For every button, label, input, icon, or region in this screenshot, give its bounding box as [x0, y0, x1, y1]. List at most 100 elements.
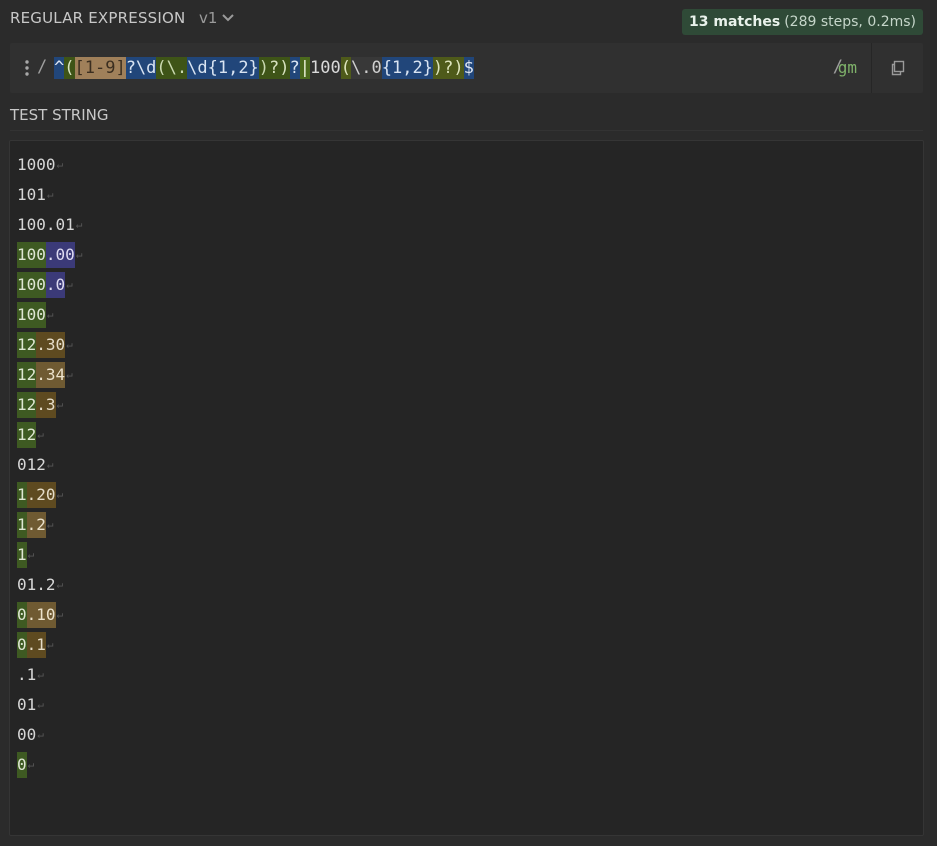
test-line: 1.2 ↵	[17, 510, 82, 540]
regex-token: [1-9]	[74, 57, 126, 79]
vertical-dots-icon[interactable]	[24, 59, 30, 77]
test-line: 0.10 ↵	[17, 600, 82, 630]
version-selector[interactable]: v1	[199, 9, 235, 27]
line-text: 00	[17, 725, 37, 744]
test-line: 0.1 ↵	[17, 630, 82, 660]
test-line: 1000 ↵	[17, 150, 82, 180]
newline-icon: ↵	[46, 188, 54, 201]
test-line: .1 ↵	[17, 660, 82, 690]
match-highlight: .0	[45, 272, 66, 298]
line-text: 1000	[17, 155, 56, 174]
regex-flags[interactable]: gm	[838, 58, 857, 77]
regex-token: ?\d	[125, 57, 157, 79]
match-count: 13 matches	[689, 14, 781, 30]
newline-icon: ↵	[56, 608, 64, 621]
regex-token: ?	[289, 57, 300, 79]
match-highlight: 0	[17, 632, 27, 658]
newline-icon: ↵	[46, 518, 54, 531]
newline-icon: ↵	[75, 248, 83, 261]
regex-token: |	[299, 57, 311, 79]
newline-icon: ↵	[75, 218, 83, 231]
regex-bar: / ^([1-9]?\d(\.\d{1,2})?)?|100(\.0{1,2})…	[10, 43, 923, 93]
section-divider	[10, 130, 923, 131]
regex-token: (	[156, 57, 167, 79]
newline-icon: ↵	[46, 638, 54, 651]
test-line: 101 ↵	[17, 180, 82, 210]
newline-icon: ↵	[56, 578, 64, 591]
regex-token: $	[463, 57, 474, 79]
line-text: .1	[17, 665, 37, 684]
match-highlight: 1	[17, 542, 27, 568]
match-highlight: 100	[17, 272, 46, 298]
test-line: 1.20 ↵	[17, 480, 82, 510]
test-line: 00 ↵	[17, 720, 82, 750]
copy-icon[interactable]	[890, 60, 906, 76]
match-highlight: 100	[17, 302, 46, 328]
match-stats: (289 steps, 0.2ms)	[784, 14, 916, 30]
regex-token: (	[64, 57, 75, 79]
regex-token: ^	[54, 57, 65, 79]
newline-icon: ↵	[27, 548, 35, 561]
newline-icon: ↵	[56, 488, 64, 501]
regex-input[interactable]: ^([1-9]?\d(\.\d{1,2})?)?|100(\.0{1,2})?)…	[54, 57, 474, 79]
test-line: 12.3 ↵	[17, 390, 82, 420]
match-highlight: 1	[17, 482, 27, 508]
newline-icon: ↵	[56, 158, 64, 171]
match-highlight: 0	[17, 602, 27, 628]
regex-token: 100	[310, 58, 341, 78]
regex-token: \.	[166, 57, 188, 79]
regex-token: )?)	[432, 57, 464, 79]
newline-icon: ↵	[66, 338, 73, 351]
match-highlight: 100	[17, 242, 46, 268]
test-string-title: TEST STRING	[10, 106, 109, 124]
test-line: 12.30 ↵	[17, 330, 82, 360]
test-string-lines: 1000 ↵ 101 ↵ 100.01 ↵ 100.00 ↵ 100.0 ↵ 100 ↵ 12.30 ↵ 1…	[17, 150, 82, 780]
test-line: 0 ↵	[17, 750, 82, 780]
test-line: 100.0 ↵	[17, 270, 82, 300]
test-line: 100.00 ↵	[17, 240, 82, 270]
chevron-down-icon	[222, 14, 235, 22]
test-string-input[interactable]: 1000 ↵ 101 ↵ 100.01 ↵ 100.00 ↵ 100.0 ↵ 100 ↵ 12.30 ↵ 1…	[9, 140, 924, 836]
regex-token: ?)	[269, 57, 290, 79]
test-line: 12 ↵	[17, 420, 82, 450]
test-line: 012 ↵	[17, 450, 82, 480]
match-highlight: 0	[17, 752, 27, 778]
match-highlight: 12	[17, 362, 37, 388]
test-line: 12.34 ↵	[17, 360, 82, 390]
newline-icon: ↵	[66, 278, 73, 291]
test-line: 1 ↵	[17, 540, 82, 570]
regex-header: REGULAR EXPRESSION v1 13 matches (289 st…	[0, 0, 937, 38]
test-line: 01.2 ↵	[17, 570, 82, 600]
regex-token: \d{1,2}	[187, 57, 259, 79]
regex-token: )	[258, 57, 270, 79]
test-line: 100 ↵	[17, 300, 82, 330]
regex-editor: REGULAR EXPRESSION v1 13 matches (289 st…	[0, 0, 937, 846]
match-info-badge: 13 matches (289 steps, 0.2ms)	[682, 9, 923, 35]
match-highlight: 12	[17, 422, 37, 448]
match-highlight: .20	[26, 482, 56, 508]
line-text: 100.01	[17, 215, 75, 234]
newline-icon: ↵	[46, 458, 54, 471]
section-title: REGULAR EXPRESSION	[10, 9, 186, 27]
line-text: 01.2	[17, 575, 56, 594]
match-highlight: .1	[26, 632, 46, 658]
newline-icon: ↵	[37, 728, 44, 741]
toolbar-divider	[871, 43, 872, 93]
newline-icon: ↵	[56, 398, 64, 411]
regex-token: {1,2}	[381, 57, 433, 79]
regex-token: (	[340, 57, 351, 79]
regex-open-delimiter: /	[37, 57, 48, 77]
match-highlight: 12	[17, 332, 37, 358]
newline-icon: ↵	[66, 368, 73, 381]
match-highlight: .30	[36, 332, 66, 358]
match-highlight: 1	[17, 512, 27, 538]
line-text: 012	[17, 455, 46, 474]
line-text: 101	[17, 185, 46, 204]
newline-icon: ↵	[46, 308, 54, 321]
test-line: 100.01 ↵	[17, 210, 82, 240]
test-line: 01 ↵	[17, 690, 82, 720]
match-highlight: 12	[17, 392, 37, 418]
newline-icon: ↵	[37, 668, 44, 681]
match-highlight: .34	[36, 362, 66, 388]
newline-icon: ↵	[37, 428, 44, 441]
